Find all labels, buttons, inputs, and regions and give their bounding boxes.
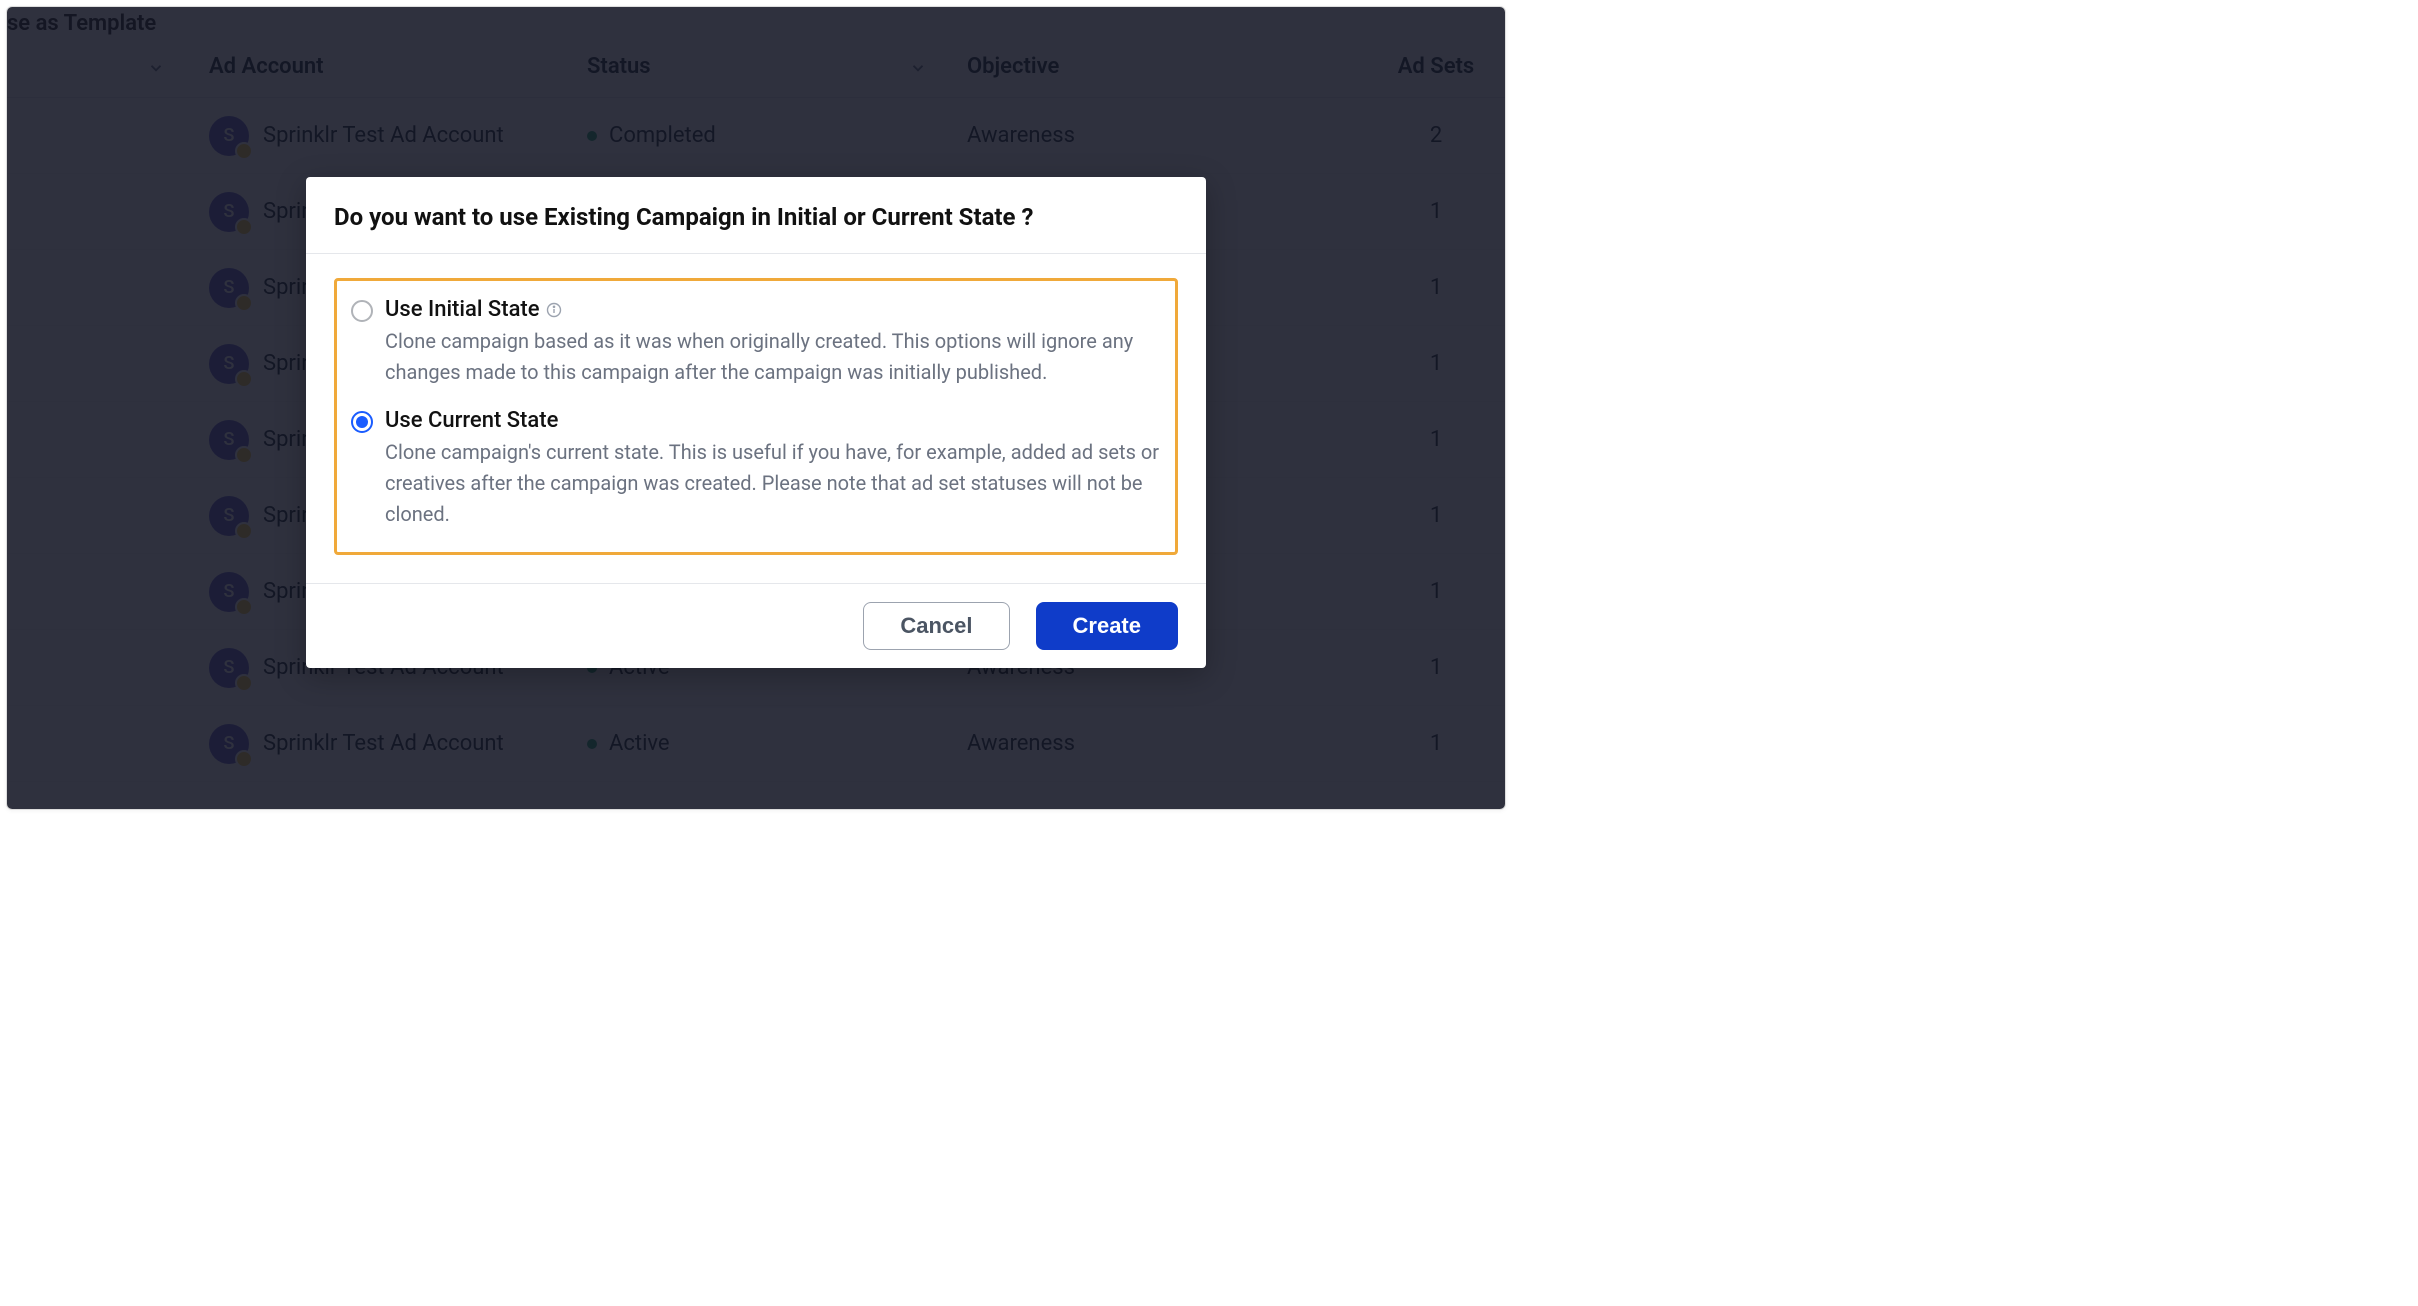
- radio-desc-current: Clone campaign's current state. This is …: [385, 437, 1161, 530]
- info-icon[interactable]: [546, 302, 562, 318]
- radio-option-initial-state[interactable]: Use Initial State Clone campaign based a…: [351, 291, 1161, 394]
- radio-desc-initial: Clone campaign based as it was when orig…: [385, 326, 1161, 388]
- options-highlight-box: Use Initial State Clone campaign based a…: [334, 278, 1178, 555]
- modal-title: Do you want to use Existing Campaign in …: [334, 203, 1178, 231]
- radio-icon-selected: [351, 411, 373, 433]
- radio-icon: [351, 300, 373, 322]
- create-button[interactable]: Create: [1036, 602, 1178, 650]
- modal-footer: Cancel Create: [306, 584, 1206, 668]
- cancel-button[interactable]: Cancel: [863, 602, 1009, 650]
- radio-label-initial: Use Initial State: [385, 297, 540, 322]
- radio-label-current: Use Current State: [385, 408, 558, 433]
- clone-state-modal: Do you want to use Existing Campaign in …: [306, 177, 1206, 668]
- radio-option-current-state[interactable]: Use Current State Clone campaign's curre…: [351, 402, 1161, 536]
- modal-header: Do you want to use Existing Campaign in …: [306, 177, 1206, 254]
